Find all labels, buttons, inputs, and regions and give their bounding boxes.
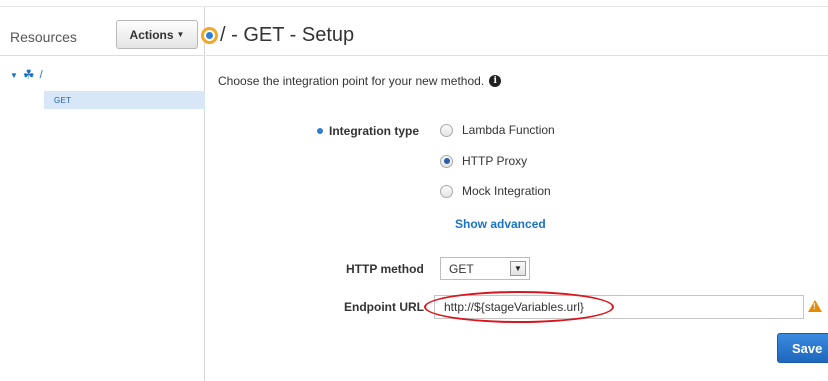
http-method-select[interactable]: GET ▼ [440, 257, 530, 280]
warning-icon: ! [808, 300, 822, 312]
integration-type-text: Integration type [329, 124, 420, 138]
header-divider [206, 55, 828, 56]
endpoint-url-input[interactable]: http://${stageVariables.url} [434, 295, 804, 319]
radio-http-proxy-label: HTTP Proxy [462, 154, 528, 168]
setup-prompt: Choose the integration point for your ne… [218, 74, 502, 88]
radio-option-lambda[interactable]: Lambda Function [440, 123, 555, 137]
required-bullet-icon [317, 128, 323, 134]
caret-down-icon: ▼ [176, 30, 185, 39]
tree-item-get[interactable]: GET [44, 91, 205, 109]
resources-title: Resources [10, 29, 77, 45]
step-indicator-icon [201, 27, 218, 44]
show-advanced-link[interactable]: Show advanced [455, 217, 546, 231]
endpoint-url-label: Endpoint URL [344, 300, 424, 314]
radio-mock-label: Mock Integration [462, 184, 551, 198]
save-button[interactable]: Save [777, 333, 828, 363]
radio-lambda[interactable] [440, 123, 453, 137]
radio-mock[interactable] [440, 184, 453, 198]
http-method-label: HTTP method [346, 262, 424, 276]
sidebar-divider [0, 55, 205, 56]
actions-label: Actions [129, 27, 174, 42]
expand-triangle-icon[interactable]: ▼ [10, 71, 18, 80]
actions-button[interactable]: Actions ▼ [116, 20, 198, 49]
resource-icon: ☘ [22, 67, 35, 82]
radio-lambda-label: Lambda Function [462, 123, 555, 137]
radio-option-http-proxy[interactable]: HTTP Proxy [440, 154, 527, 168]
tree-root-label: / [39, 69, 43, 81]
info-icon[interactable]: i [489, 75, 502, 87]
integration-type-label: Integration type [317, 124, 419, 138]
dropdown-arrow-icon[interactable]: ▼ [510, 261, 526, 276]
http-method-value: GET [449, 261, 474, 276]
radio-http-proxy[interactable] [440, 154, 453, 168]
radio-option-mock[interactable]: Mock Integration [440, 184, 551, 198]
page-title: / - GET - Setup [220, 24, 355, 46]
prompt-text: Choose the integration point for your ne… [218, 74, 485, 88]
endpoint-url-value: http://${stageVariables.url} [444, 300, 584, 314]
resources-sidebar: Resources Actions ▼ ▼ ☘ / GET [0, 7, 205, 381]
tree-root-resource[interactable]: ▼ ☘ / [10, 67, 43, 83]
